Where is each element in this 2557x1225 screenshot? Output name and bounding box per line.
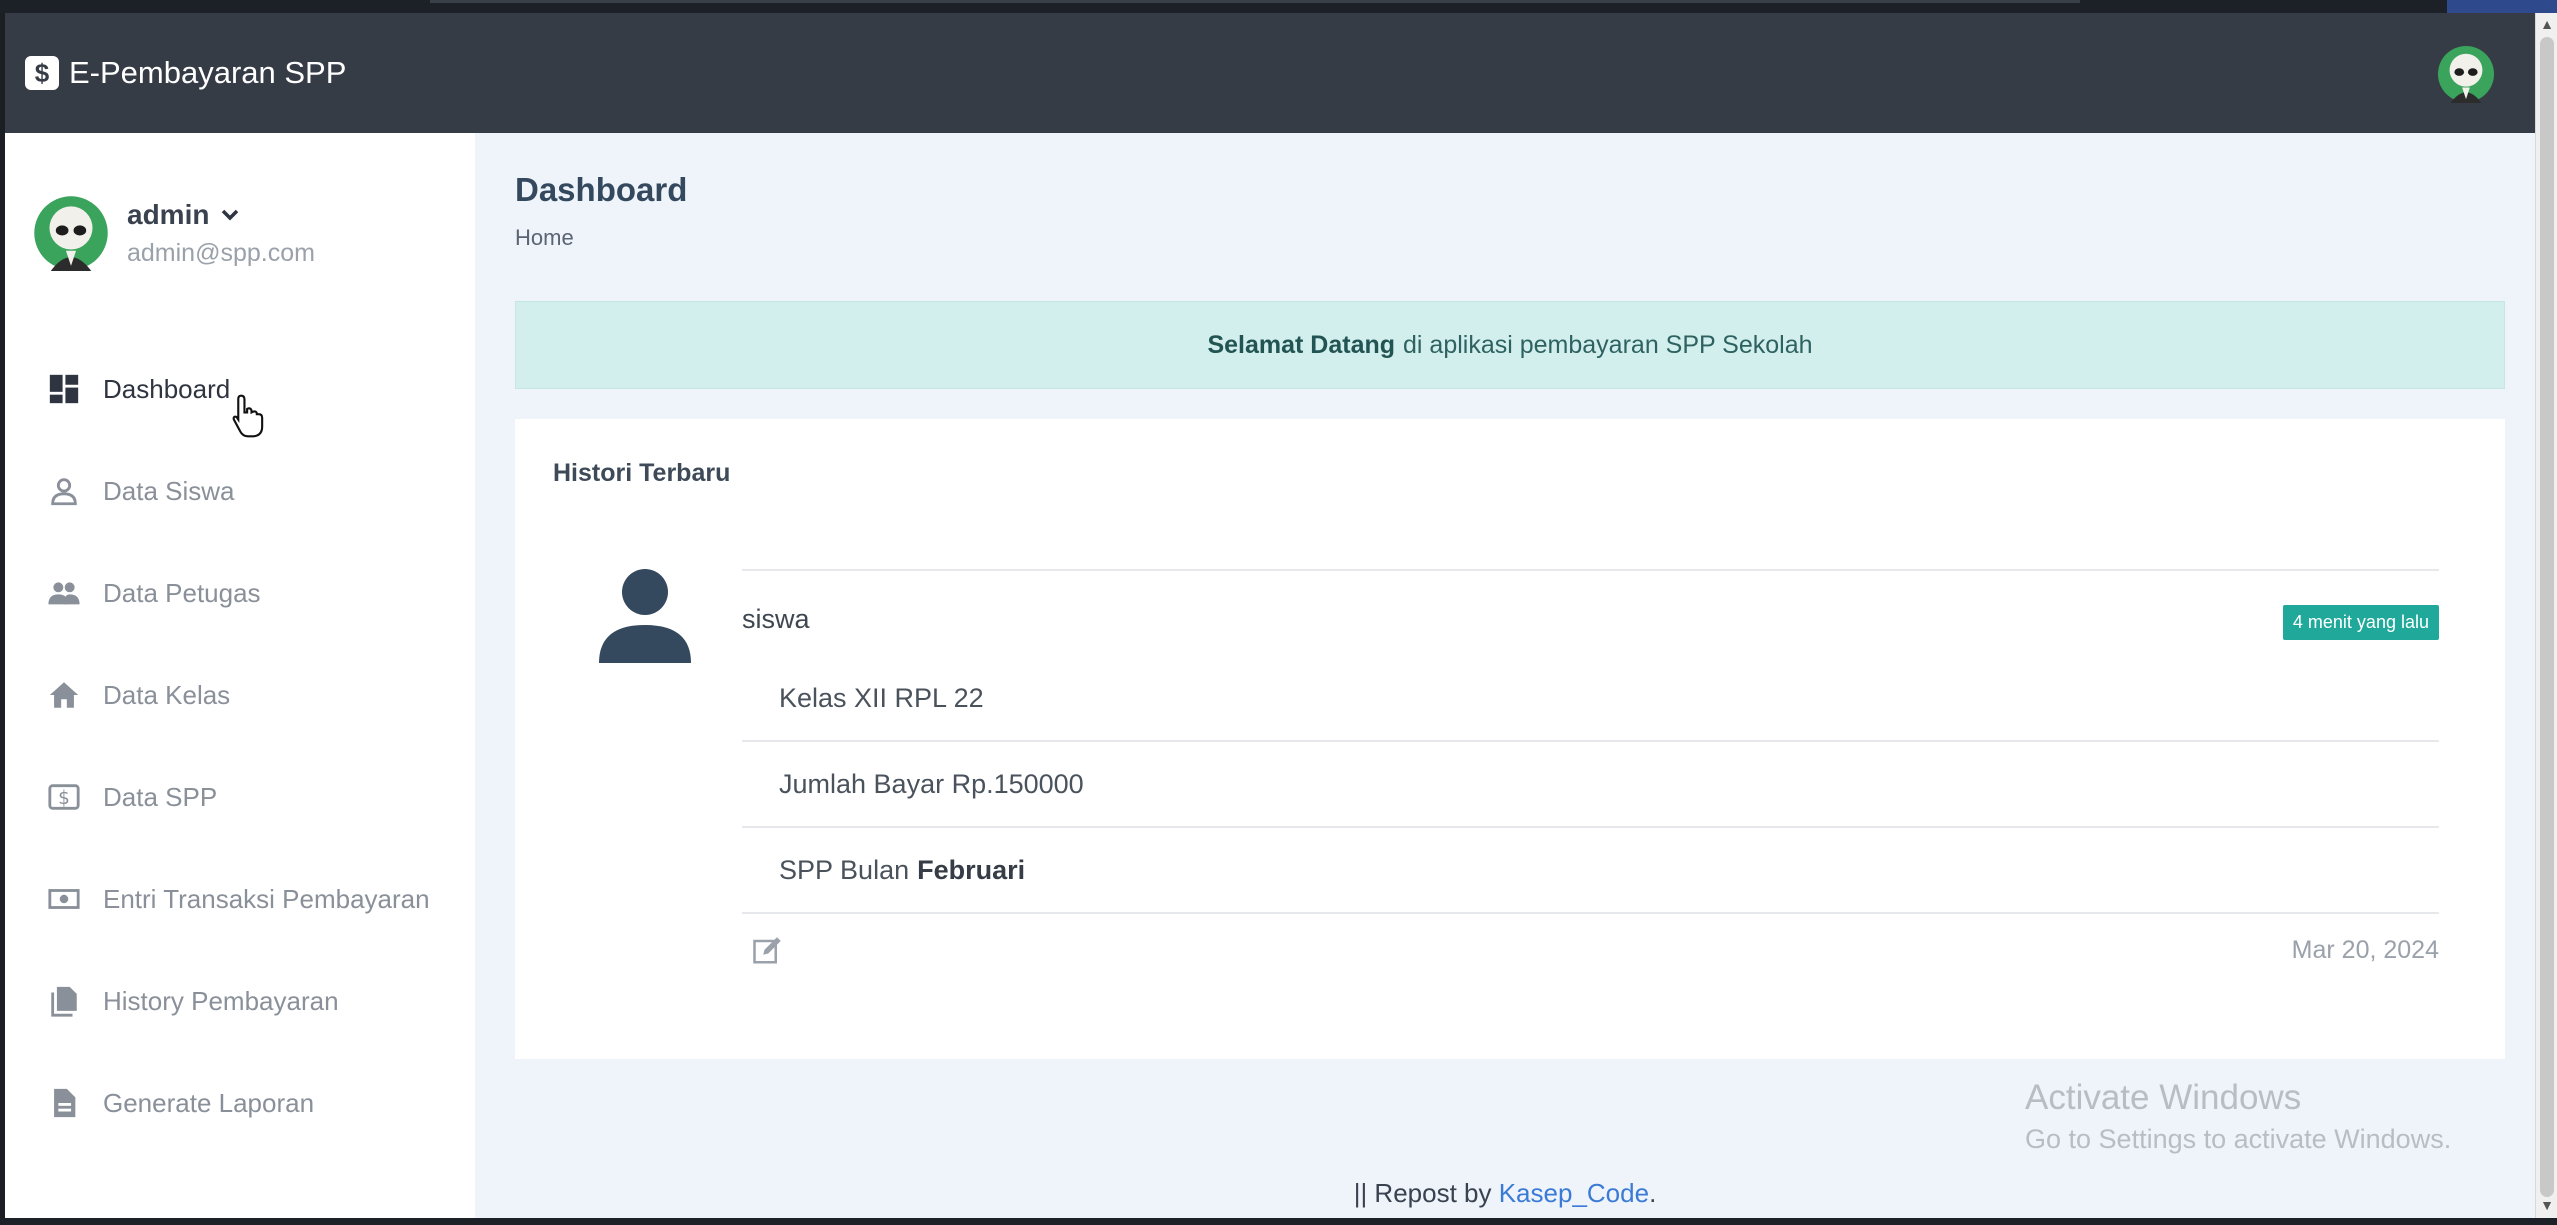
dashboard-icon [45, 370, 83, 408]
footer-author-link[interactable]: Kasep_Code [1499, 1178, 1649, 1208]
chevron-down-icon [222, 209, 239, 220]
watermark-line2: Go to Settings to activate Windows. [2025, 1124, 2452, 1154]
time-badge: 4 menit yang lalu [2282, 605, 2439, 640]
sidebar-item-label: Data Kelas [103, 679, 231, 710]
windows-activation-watermark: Activate Windows Go to Settings to activ… [2025, 1078, 2451, 1155]
avatar [34, 196, 108, 271]
documents-icon [45, 982, 83, 1020]
history-user: siswa [742, 604, 810, 634]
sidebar-item-generate-laporan[interactable]: Generate Laporan [45, 1052, 465, 1154]
welcome-alert: Selamat Datang di aplikasi pembayaran SP… [515, 301, 2505, 389]
top-navbar: $ E-Pembayaran SPP [5, 13, 2535, 133]
scroll-down-icon[interactable]: ▼ [2538, 1196, 2556, 1214]
app-window: $ E-Pembayaran SPP admin admin@spp.com D… [5, 13, 2535, 1218]
sidebar-item-label: Data Siswa [103, 475, 235, 506]
sidebar-item-data-petugas[interactable]: Data Petugas [45, 542, 465, 644]
people-icon [45, 574, 83, 612]
history-entry-footer: Mar 20, 2024 [742, 914, 2439, 984]
dollar-brand-icon: $ [25, 56, 59, 90]
taskbar-edge [0, 1218, 2557, 1225]
history-card: Histori Terbaru siswa 4 menit yang lalu … [515, 419, 2505, 1059]
brand[interactable]: $ E-Pembayaran SPP [25, 55, 346, 91]
person-silhouette-icon [599, 569, 691, 663]
scrollbar-thumb[interactable] [2540, 37, 2554, 1197]
vertical-scrollbar[interactable]: ▲ ▼ [2535, 13, 2557, 1218]
history-bulan-prefix: SPP Bulan [779, 854, 910, 885]
sidebar-item-label: Data SPP [103, 781, 218, 812]
sidebar-item-label: Data Petugas [103, 577, 261, 608]
sidebar: admin admin@spp.com Dashboard Data Siswa [5, 133, 475, 1218]
sidebar-item-label: Entri Transaksi Pembayaran [103, 883, 430, 914]
mouse-pointer-icon [232, 394, 264, 438]
svg-text:$: $ [58, 788, 70, 809]
sidebar-item-entri-transaksi[interactable]: Entri Transaksi Pembayaran [45, 848, 465, 950]
user-email: admin@spp.com [127, 238, 315, 267]
welcome-alert-text: di aplikasi pembayaran SPP Sekolah [1403, 330, 1813, 359]
money-icon [45, 880, 83, 918]
browser-top-strip [0, 0, 2557, 13]
scroll-up-icon[interactable]: ▲ [2538, 15, 2556, 33]
sidebar-item-history-pembayaran[interactable]: History Pembayaran [45, 950, 465, 1052]
sidebar-item-label: Generate Laporan [103, 1087, 315, 1118]
footer-suffix: . [1649, 1178, 1657, 1208]
file-icon [45, 1084, 83, 1122]
brand-title: E-Pembayaran SPP [69, 55, 347, 90]
sidebar-item-label: Dashboard [103, 373, 231, 404]
watermark-line1: Activate Windows [2025, 1078, 2302, 1117]
dollar-icon: $ [45, 778, 83, 816]
page-footer: || Repost by Kasep_Code. [475, 1178, 2535, 1209]
user-panel: admin admin@spp.com [33, 195, 315, 271]
sidebar-item-data-kelas[interactable]: Data Kelas [45, 644, 465, 746]
history-entry-header: siswa 4 menit yang lalu [742, 571, 2439, 656]
main-content: Dashboard Home Selamat Datang di aplikas… [475, 133, 2535, 1218]
user-info: admin admin@spp.com [127, 199, 315, 268]
history-card-title: Histori Terbaru [553, 459, 731, 487]
welcome-alert-bold: Selamat Datang [1207, 330, 1396, 359]
sidebar-item-data-siswa[interactable]: Data Siswa [45, 440, 465, 542]
window-corner [2447, 0, 2557, 13]
history-bulan-value: Februari [917, 854, 1026, 885]
history-bulan: SPP Bulan Februari [742, 828, 2439, 914]
history-jumlah: Jumlah Bayar Rp.150000 [742, 742, 2439, 828]
history-date: Mar 20, 2024 [2291, 936, 2439, 964]
breadcrumb[interactable]: Home [515, 225, 574, 251]
history-kelas: Kelas XII RPL 22 [742, 656, 2439, 742]
user-name: admin [127, 198, 210, 230]
browser-tab-strip [430, 0, 2080, 3]
home-icon [45, 676, 83, 714]
sidebar-menu: Dashboard Data Siswa Data Petugas Data K… [45, 338, 465, 1154]
edit-icon[interactable] [752, 936, 782, 966]
footer-prefix: || Repost by [1353, 1178, 1492, 1208]
sidebar-item-data-spp[interactable]: $ Data SPP [45, 746, 465, 848]
user-avatar-icon[interactable] [2437, 45, 2495, 103]
person-icon [45, 472, 83, 510]
user-menu-toggle[interactable]: admin [127, 199, 315, 231]
sidebar-item-label: History Pembayaran [103, 985, 339, 1016]
history-entry: siswa 4 menit yang lalu Kelas XII RPL 22… [742, 569, 2439, 984]
page-title: Dashboard [515, 171, 688, 208]
